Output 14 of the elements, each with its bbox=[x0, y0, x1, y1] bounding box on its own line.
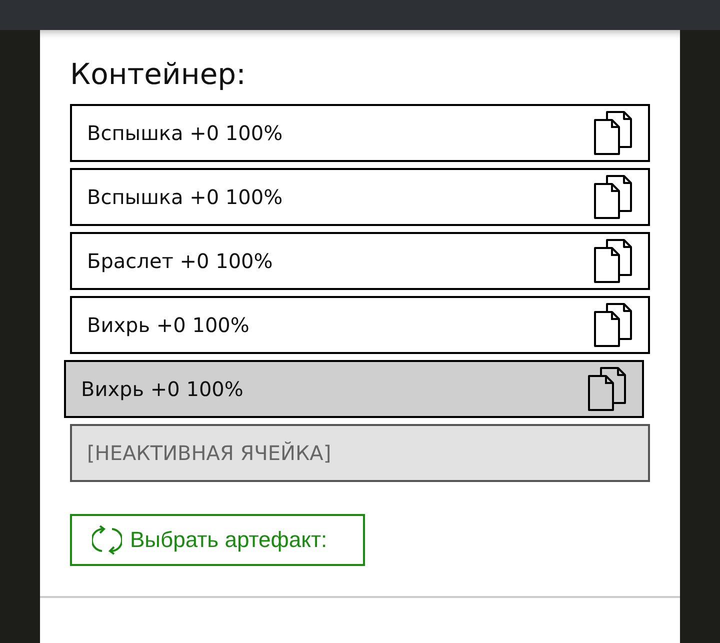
container-title: Контейнер: bbox=[70, 57, 247, 91]
copy-icon[interactable] bbox=[594, 239, 632, 283]
copy-icon[interactable] bbox=[594, 303, 632, 347]
copy-icon[interactable] bbox=[594, 111, 632, 155]
copy-icon[interactable] bbox=[588, 367, 626, 411]
artifact-slot[interactable]: Вспышка +0 100% bbox=[70, 104, 650, 162]
artifact-slot[interactable]: Вихрь +0 100% bbox=[70, 296, 650, 354]
refresh-icon bbox=[92, 525, 122, 555]
choose-artifact-button[interactable]: Выбрать артефакт: bbox=[70, 514, 365, 566]
artifact-slot[interactable]: Вихрь +0 100% bbox=[64, 360, 644, 418]
artifact-slot[interactable]: Вспышка +0 100% bbox=[70, 168, 650, 226]
artifact-slot[interactable]: Браслет +0 100% bbox=[70, 232, 650, 290]
inactive-slot: [НЕАКТИВНАЯ ЯЧЕЙКА] bbox=[70, 424, 650, 482]
copy-icon[interactable] bbox=[594, 175, 632, 219]
